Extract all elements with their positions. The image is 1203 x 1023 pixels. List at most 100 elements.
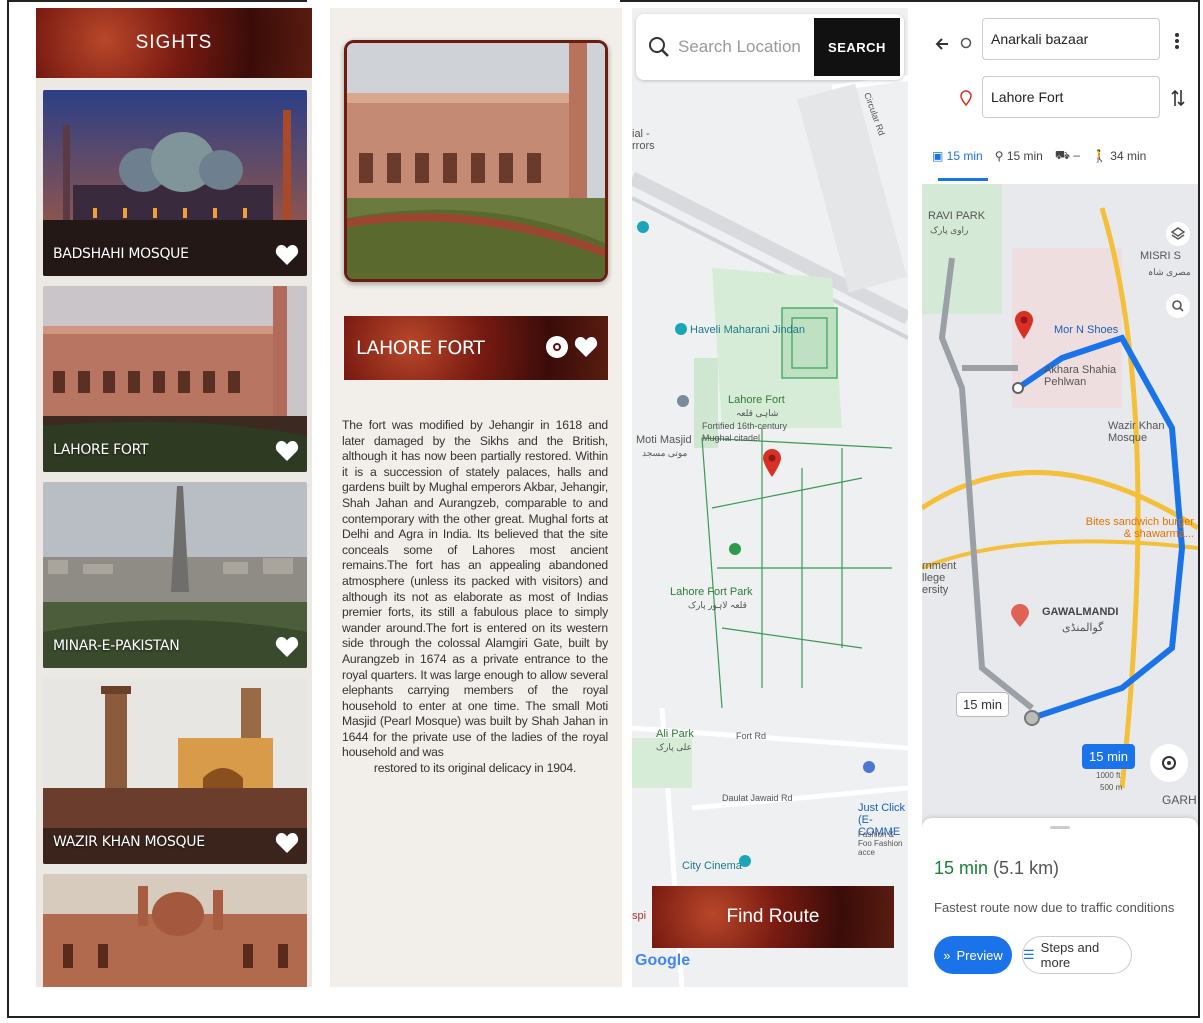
sights-list-screen: SIGHTS BADSHAHI MOSQUE LAHORE FORT MINAR… <box>36 8 312 987</box>
route-summary-sheet: 15 min (5.1 km) Fastest route now due to… <box>922 818 1198 987</box>
map-label-city-cinema: City Cinema <box>682 860 742 872</box>
sight-card-partial[interactable] <box>43 874 307 987</box>
travel-modes: ▣ 15 min ⚲ 15 min ⛟ – 🚶 34 min <box>932 148 1146 164</box>
map-label-bites: Bites sandwich burger & shawarma... <box>1085 516 1194 540</box>
map-poi-icon <box>637 221 649 233</box>
sheet-handle[interactable] <box>1050 826 1070 829</box>
map-label-akhara: Akhara Shahia Pehlwan <box>1044 364 1117 388</box>
map-label-edge: ial - rrors <box>632 128 655 152</box>
map-screen: Search Location SEARCH ial - rrors Havel… <box>632 8 908 987</box>
sight-card-wazir-khan[interactable]: WAZIR KHAN MOSQUE <box>43 678 307 864</box>
sight-card-label: MINAR-E-PAKISTAN <box>53 638 180 654</box>
heart-icon[interactable] <box>574 336 598 358</box>
layers-icon[interactable] <box>1166 222 1190 246</box>
search-button[interactable]: SEARCH <box>814 18 900 76</box>
steps-button[interactable]: ☰ Steps and more <box>1022 936 1132 974</box>
swap-icon[interactable] <box>1170 88 1186 108</box>
mode-car[interactable]: ▣ 15 min <box>932 149 983 163</box>
origin-field[interactable]: Anarkali bazaar <box>982 18 1160 60</box>
heart-icon[interactable] <box>275 440 299 462</box>
lahore-fort-photo <box>344 40 608 282</box>
route-eta: 15 min (5.1 km) <box>934 858 1060 878</box>
sight-detail-screen: LAHORE FORT The fort was modified by Jeh… <box>330 8 622 987</box>
map-label-ravi-park: RAVI PARK <box>928 210 986 222</box>
sight-card-label: WAZIR KHAN MOSQUE <box>53 834 205 850</box>
lahore-fort-image <box>347 43 605 279</box>
map-scale-m: 500 m <box>1100 783 1123 792</box>
map-park-icon <box>729 543 741 555</box>
map-label-moti-urdu: موتی مسجد <box>642 448 688 458</box>
origin-circle-icon <box>960 37 972 49</box>
map-shop-icon <box>863 761 875 773</box>
route-note: Fastest route now due to traffic conditi… <box>934 900 1175 915</box>
map-label-daulat-rd: Daulat Jawaid Rd <box>722 793 793 803</box>
description-text: The fort was modified by Jehangir in 161… <box>342 418 608 760</box>
mode-transit[interactable]: ⛟ – <box>1055 148 1080 164</box>
map-scale-ft: 1000 ft <box>1096 771 1121 780</box>
map-label-misri-urdu: مصری شاہ <box>1148 267 1191 277</box>
description-last-line: restored to its original delicacy in 190… <box>373 761 577 776</box>
search-bar: Search Location SEARCH <box>636 14 904 80</box>
preview-arrows-icon: » <box>943 947 951 963</box>
map-label-wazir-khan: Wazir Khan Mosque <box>1108 420 1165 444</box>
more-options-icon[interactable] <box>1174 32 1180 50</box>
map-label-misri: MISRI S <box>1140 250 1181 262</box>
map-label-moti-masjid: Moti Masjid <box>636 434 692 446</box>
sight-card-badshahi[interactable]: BADSHAHI MOSQUE <box>43 90 307 276</box>
heart-icon[interactable] <box>275 832 299 854</box>
search-icon[interactable] <box>1166 294 1190 318</box>
destination-field[interactable]: Lahore Fort <box>982 76 1160 118</box>
mode-walk[interactable]: 🚶 34 min <box>1092 149 1146 163</box>
map-label-edge2: spi <box>632 910 647 922</box>
map-poi-icon <box>677 395 689 407</box>
sight-card-label: LAHORE FORT <box>53 442 149 458</box>
map-label-mor-n-shoes: Mor N Shoes <box>1054 324 1119 336</box>
sight-card-lahore-fort[interactable]: LAHORE FORT <box>43 286 307 472</box>
location-pin-icon[interactable] <box>546 336 568 358</box>
preview-button[interactable]: » Preview <box>934 936 1012 974</box>
destination-pin-icon <box>960 90 972 106</box>
route-screen: Anarkali bazaar Lahore Fort ▣ 15 min ⚲ 1… <box>922 8 1198 987</box>
sight-title: LAHORE FORT <box>356 337 485 359</box>
map-label-fort-sub: Fortified 16th-century Mughal citadel <box>702 421 788 443</box>
map-label-garh: GARH <box>1162 793 1197 807</box>
my-location-icon[interactable] <box>1150 744 1188 782</box>
list-icon: ☰ <box>1023 947 1035 962</box>
sight-description: The fort was modified by Jehangir in 161… <box>342 418 608 777</box>
sight-card-label: BADSHAHI MOSQUE <box>53 246 189 262</box>
map-cinema-icon <box>739 855 751 867</box>
map-label-gawalmandi: GAWALMANDI <box>1042 606 1119 618</box>
heart-icon[interactable] <box>275 636 299 658</box>
route-time-chip-blue[interactable]: 15 min <box>1082 744 1136 769</box>
sights-header: SIGHTS <box>36 8 312 78</box>
find-route-button[interactable]: Find Route <box>652 886 894 948</box>
sights-title: SIGHTS <box>135 32 213 53</box>
back-arrow-icon[interactable] <box>934 36 950 52</box>
hospital-icon <box>1011 604 1029 627</box>
building-image <box>43 874 307 987</box>
map-label-fort: Lahore Fort <box>728 394 785 406</box>
map-label-ali-park-urdu: علی پارک <box>656 742 692 752</box>
sight-title-bar: LAHORE FORT <box>344 316 608 380</box>
search-input[interactable]: Search Location <box>678 37 814 57</box>
mode-motorbike[interactable]: ⚲ 15 min <box>995 149 1043 163</box>
search-icon <box>649 37 669 57</box>
map-label-fort-urdu: شاہی قلعہ <box>736 408 779 418</box>
map-poi-icon <box>675 323 687 335</box>
destination-marker-icon <box>1015 311 1033 339</box>
map-label-park-urdu: قلعہ لاہور پارک <box>688 600 747 610</box>
mode-active-indicator <box>938 178 988 181</box>
map-label-park: Lahore Fort Park <box>670 586 753 598</box>
map-label-fort-rd: Fort Rd <box>736 731 767 741</box>
directions-panel: Anarkali bazaar Lahore Fort ▣ 15 min ⚲ 1… <box>922 8 1198 184</box>
route-time-chip-gray[interactable]: 15 min <box>956 692 1010 717</box>
map-label-college: rnment llege ersity <box>922 560 957 596</box>
map-label-ravi-park-urdu: راوی پارک <box>930 225 969 235</box>
map-label-gawalmandi-urdu: گوالمنڈی <box>1062 622 1104 634</box>
heart-icon[interactable] <box>275 244 299 266</box>
google-logo: Google <box>635 952 691 969</box>
map-label-haveli: Haveli Maharani Jindan <box>690 324 805 336</box>
map-pin-icon <box>763 449 781 477</box>
route-distance: (5.1 km) <box>993 858 1060 878</box>
sight-card-minar[interactable]: MINAR-E-PAKISTAN <box>43 482 307 668</box>
